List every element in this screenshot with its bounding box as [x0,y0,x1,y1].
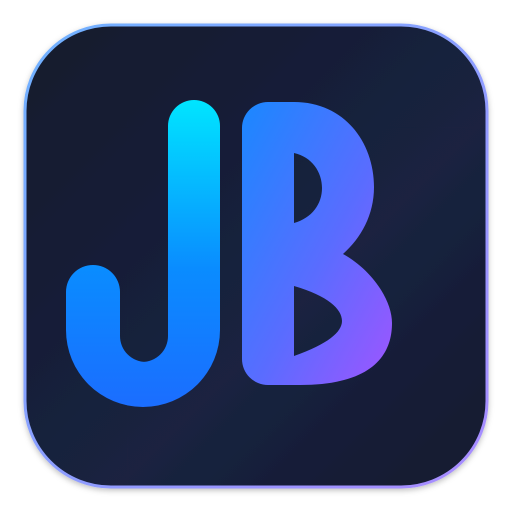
monogram-text: JB [255,499,257,501]
app-icon: JB [0,0,512,512]
app-icon-graphic: JB [23,23,489,501]
